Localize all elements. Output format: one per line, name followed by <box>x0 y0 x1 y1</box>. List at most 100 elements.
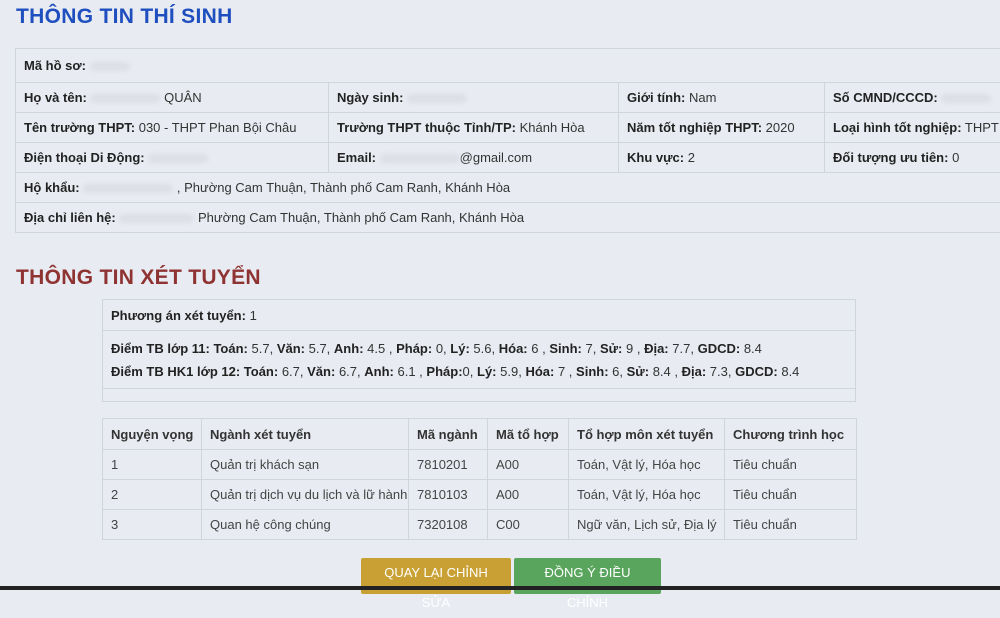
grade11-sinh-label: Sinh: <box>549 341 582 356</box>
cell-chuong-trinh: Tiêu chuẩn <box>725 510 857 540</box>
grade11-label: Điểm TB lớp 11: <box>111 341 210 356</box>
grade11-sinh: 7, <box>585 341 596 356</box>
bottom-edge <box>0 586 1000 590</box>
admission-info-title: THÔNG TIN XÉT TUYỂN <box>16 266 261 290</box>
grade12-van-label: Văn: <box>307 364 335 379</box>
grade12-toan: 6.7, <box>282 364 304 379</box>
phuong-an-label: Phương án xét tuyển: <box>111 308 246 323</box>
col-chuong-trinh: Chương trình học <box>725 419 857 450</box>
grade11-toan-label: Toán: <box>213 341 247 356</box>
grade12-toan-label: Toán: <box>244 364 278 379</box>
grade12-sinh-label: Sinh: <box>576 364 609 379</box>
grade12-ly-label: Lý: <box>477 364 497 379</box>
cell-to-hop-mon: Toán, Vật lý, Hóa học <box>569 480 725 510</box>
cell-nguyen-vong: 3 <box>103 510 202 540</box>
nam-tn-value: 2020 <box>766 120 795 135</box>
khu-vuc-value: 2 <box>688 150 695 165</box>
grade11-row: Điểm TB lớp 11: Toán: 5.7, Văn: 5.7, Anh… <box>103 331 856 363</box>
cell-nganh: Quản trị dịch vụ du lịch và lữ hành <box>202 480 409 510</box>
grade11-phap: 0, <box>436 341 447 356</box>
gioi-tinh-label: Giới tính: <box>627 90 685 105</box>
grade11-hoa-label: Hóa: <box>499 341 528 356</box>
dien-thoai-hidden <box>148 154 208 163</box>
tinh-value: Khánh Hòa <box>520 120 585 135</box>
grade11-ly-label: Lý: <box>450 341 470 356</box>
loai-hinh-label: Loại hình tốt nghiệp: <box>833 120 962 135</box>
info-row-3: Điện thoại Di Động: Email: @gmail.com Kh… <box>16 143 1000 173</box>
grade11-anh: 4.5 , <box>367 341 392 356</box>
grade11-su: 9 , <box>626 341 640 356</box>
dia-chi-hidden <box>119 214 194 223</box>
gioi-tinh-value: Nam <box>689 90 716 105</box>
grade12-su: 8.4 , <box>653 364 678 379</box>
truong-label: Tên trường THPT: <box>24 120 135 135</box>
doi-tuong-label: Đối tượng ưu tiên: <box>833 150 948 165</box>
cell-ma-to-hop: C00 <box>488 510 569 540</box>
grade11-toan: 5.7, <box>252 341 274 356</box>
cell-ma-to-hop: A00 <box>488 480 569 510</box>
grade12-row: Điểm TB HK1 lớp 12: Toán: 6.7, Văn: 6.7,… <box>103 362 856 389</box>
ngay-sinh-hidden <box>407 94 467 103</box>
grade12-van: 6.7, <box>339 364 361 379</box>
ho-ten-hidden <box>90 94 160 103</box>
ma-ho-so-label: Mã hồ sơ: <box>24 58 86 73</box>
cell-to-hop-mon: Toán, Vật lý, Hóa học <box>569 450 725 480</box>
ho-khau-value: , Phường Cam Thuận, Thành phố Cam Ranh, … <box>177 180 510 195</box>
cell-ma-to-hop: A00 <box>488 450 569 480</box>
grade11-gdcd: 8.4 <box>744 341 762 356</box>
grade11-dia-label: Địa: <box>644 341 669 356</box>
grade12-ly: 5.9, <box>500 364 522 379</box>
info-row-ma-ho-so: Mã hồ sơ: <box>16 49 1000 83</box>
grade12-phap: 0, <box>463 364 474 379</box>
candidate-info-title: THÔNG TIN THÍ SINH <box>16 5 233 29</box>
doi-tuong-value: 0 <box>952 150 959 165</box>
col-nguyen-vong: Nguyện vọng <box>103 419 202 450</box>
grade12-dia-label: Địa: <box>682 364 707 379</box>
col-ma-to-hop: Mã tổ hợp <box>488 419 569 450</box>
info-row-2: Tên trường THPT: 030 - THPT Phan Bội Châ… <box>16 113 1000 143</box>
cmnd-hidden <box>941 94 991 103</box>
ngay-sinh-label: Ngày sinh: <box>337 90 403 105</box>
tinh-label: Trường THPT thuộc Tỉnh/TP: <box>337 120 516 135</box>
cell-chuong-trinh: Tiêu chuẩn <box>725 450 857 480</box>
dia-chi-value: Phường Cam Thuận, Thành phố Cam Ranh, Kh… <box>198 210 524 225</box>
wishes-table: Nguyện vọng Ngành xét tuyển Mã ngành Mã … <box>102 418 857 540</box>
ho-ten-value: QUÂN <box>164 90 202 105</box>
grade11-van: 5.7, <box>309 341 331 356</box>
table-row: 2 Quản trị dịch vụ du lịch và lữ hành 78… <box>103 480 857 510</box>
khu-vuc-label: Khu vực: <box>627 150 684 165</box>
grade12-hoa-label: Hóa: <box>525 364 554 379</box>
email-value: @gmail.com <box>460 150 532 165</box>
empty-row <box>103 389 856 402</box>
dia-chi-label: Địa chỉ liên hệ: <box>24 210 116 225</box>
phuong-an-value: 1 <box>250 308 257 323</box>
phuong-an-row: Phương án xét tuyển: 1 <box>103 300 856 331</box>
grade11-gdcd-label: GDCD: <box>698 341 741 356</box>
admission-scores-table: Phương án xét tuyển: 1 Điểm TB lớp 11: T… <box>102 299 856 402</box>
cell-ma-nganh: 7320108 <box>409 510 488 540</box>
grade11-su-label: Sử: <box>600 341 622 356</box>
cell-to-hop-mon: Ngữ văn, Lịch sử, Địa lý <box>569 510 725 540</box>
grade12-sinh: 6, <box>612 364 623 379</box>
ho-ten-label: Họ và tên: <box>24 90 87 105</box>
cell-nganh: Quản trị khách sạn <box>202 450 409 480</box>
ma-ho-so-hidden <box>90 62 130 71</box>
cmnd-label: Số CMND/CCCD: <box>833 90 938 105</box>
email-label: Email: <box>337 150 376 165</box>
ho-khau-hidden <box>83 184 173 193</box>
wishes-header-row: Nguyện vọng Ngành xét tuyển Mã ngành Mã … <box>103 419 857 450</box>
cell-nguyen-vong: 1 <box>103 450 202 480</box>
cell-nganh: Quan hệ công chúng <box>202 510 409 540</box>
cell-ma-nganh: 7810103 <box>409 480 488 510</box>
table-row: 3 Quan hệ công chúng 7320108 C00 Ngữ văn… <box>103 510 857 540</box>
grade12-su-label: Sử: <box>627 364 649 379</box>
ho-khau-label: Hộ khẩu: <box>24 180 80 195</box>
cell-chuong-trinh: Tiêu chuẩn <box>725 480 857 510</box>
loai-hinh-value: THPT <box>965 120 999 135</box>
col-nganh: Ngành xét tuyển <box>202 419 409 450</box>
grade12-gdcd-label: GDCD: <box>735 364 778 379</box>
col-ma-nganh: Mã ngành <box>409 419 488 450</box>
grade11-ly: 5.6, <box>473 341 495 356</box>
cell-ma-nganh: 7810201 <box>409 450 488 480</box>
info-row-ho-khau: Hộ khẩu: , Phường Cam Thuận, Thành phố C… <box>16 173 1000 203</box>
